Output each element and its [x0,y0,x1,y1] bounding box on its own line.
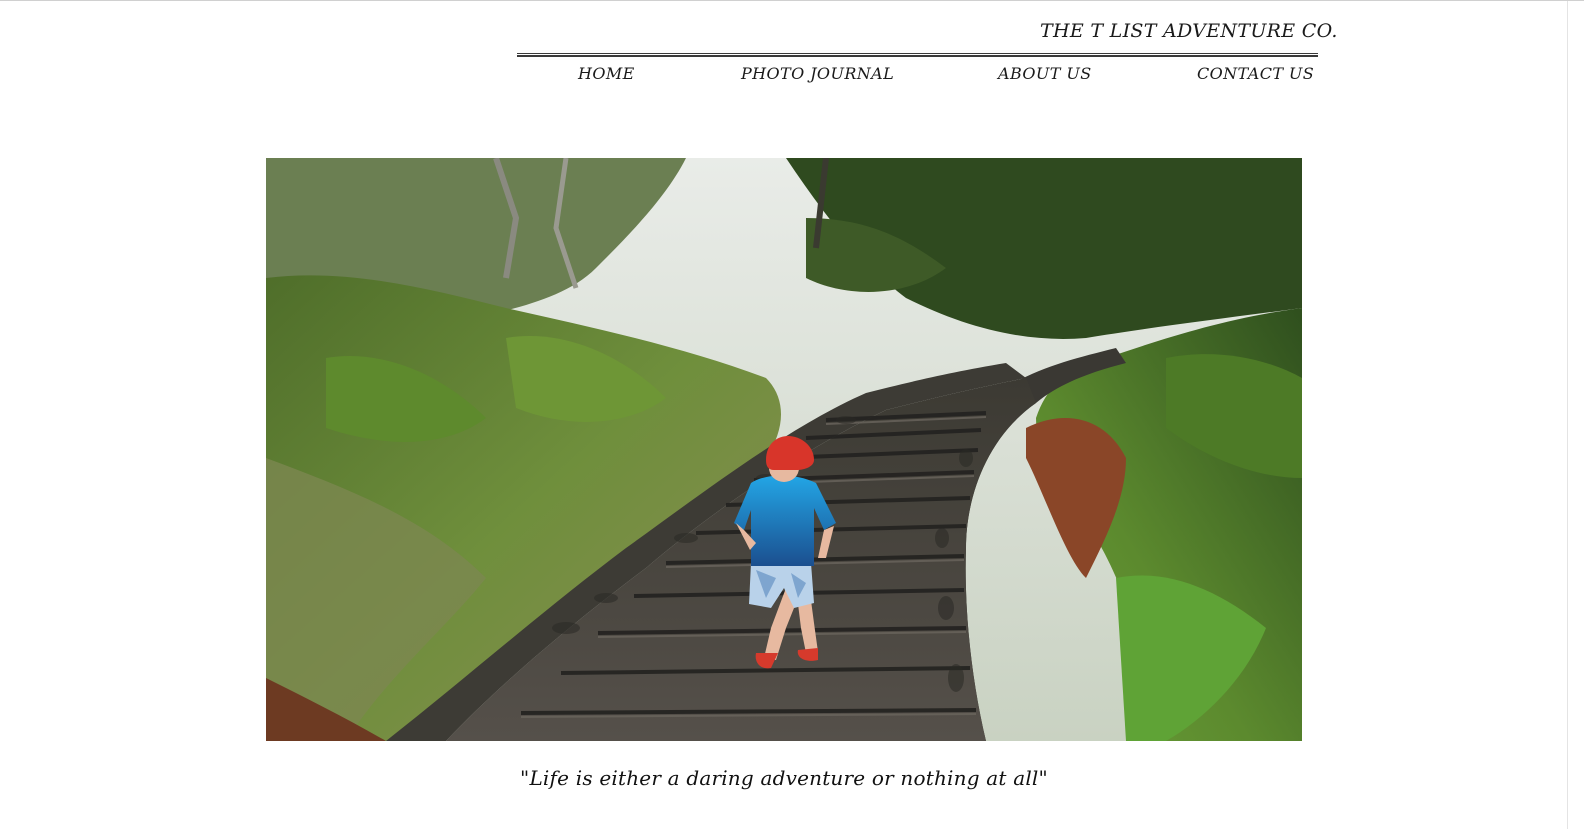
nav-item-photo-journal[interactable]: PHOTO JOURNAL [741,64,894,83]
nav-item-about-us[interactable]: ABOUT US [998,64,1092,83]
nav-divider [517,53,1318,57]
hero-quote: "Life is either a daring adventure or no… [520,766,1048,790]
top-border [0,0,1584,1]
nav-item-contact-us[interactable]: CONTACT US [1197,64,1314,83]
site-title[interactable]: THE T LIST ADVENTURE CO. [1040,20,1337,42]
main-nav: HOME PHOTO JOURNAL ABOUT US CONTACT US [517,64,1318,90]
hero-photo-illustration [266,158,1302,741]
hero-image [266,158,1302,741]
scrollbar-track[interactable] [1567,1,1568,829]
nav-item-home[interactable]: HOME [578,64,635,83]
